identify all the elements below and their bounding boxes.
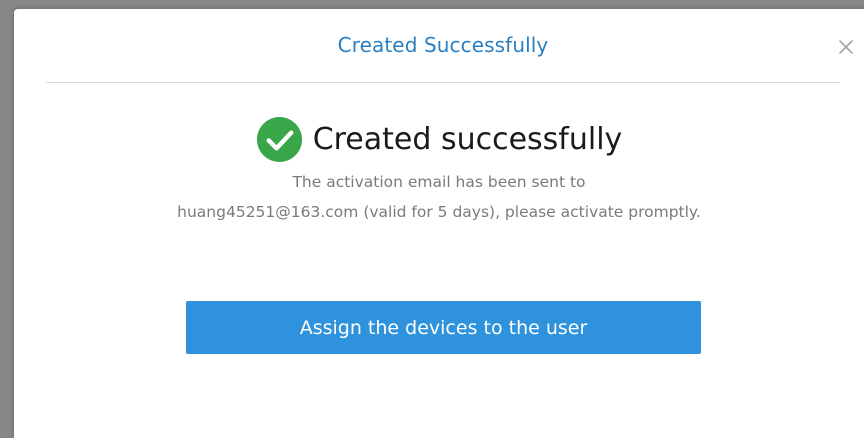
success-headline: Created successfully xyxy=(14,116,864,163)
assign-devices-button[interactable]: Assign the devices to the user xyxy=(186,301,701,354)
dialog-header: Created Successfully xyxy=(46,9,853,83)
activation-message-line2: huang45251@163.com (valid for 5 days), p… xyxy=(177,203,701,221)
success-dialog: Created Successfully Created successfull… xyxy=(14,9,864,438)
dialog-title: Created Successfully xyxy=(337,33,549,57)
check-circle-icon xyxy=(256,116,302,163)
headline-text: Created successfully xyxy=(312,122,623,157)
activation-message-line1: The activation email has been sent to xyxy=(292,173,586,191)
close-button[interactable] xyxy=(833,34,859,60)
close-icon xyxy=(839,40,853,54)
